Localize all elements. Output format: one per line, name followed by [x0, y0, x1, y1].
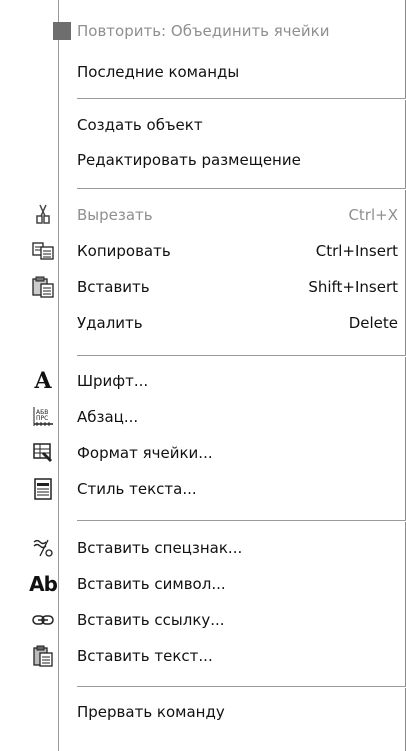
menu-item-label: Вырезать [77, 206, 153, 224]
insert-text-icon [30, 639, 56, 673]
menu-item-label: Шрифт... [77, 372, 149, 390]
menu-item-label: Повторить: Объединить ячейки [77, 22, 330, 40]
link-icon [30, 603, 56, 637]
menu-item-label: Формат ячейки... [77, 444, 213, 462]
special-char-icon [30, 531, 56, 565]
text-style-icon [30, 472, 56, 506]
menu-item-label: Вставить символ... [77, 575, 226, 593]
menu-item-paste[interactable]: Вставить Shift+Insert [0, 270, 406, 304]
menu-item-label: Вставить [77, 278, 150, 296]
scissors-icon [30, 198, 56, 232]
menu-item-label: Прервать команду [77, 703, 225, 721]
menu-separator [77, 520, 406, 522]
menu-item-insert-link[interactable]: Вставить ссылку... [0, 603, 406, 637]
menu-item-insert-text[interactable]: Вставить текст... [0, 639, 406, 673]
menu-item-shortcut: Ctrl+Insert [315, 242, 398, 260]
menu-item-label: Последние команды [77, 63, 240, 81]
menu-separator [77, 686, 406, 688]
menu-item-abort-command[interactable]: Прервать команду [0, 695, 406, 729]
menu-item-label: Редактировать размещение [77, 151, 301, 169]
font-icon: A [34, 368, 52, 394]
menu-item-insert-symbol[interactable]: Ab Вставить символ... [0, 567, 406, 601]
menu-separator [77, 188, 406, 190]
symbol-icon: Ab [29, 572, 58, 596]
menu-item-cell-format[interactable]: Формат ячейки... [0, 436, 406, 470]
copy-icon [30, 234, 56, 268]
menu-separator [77, 355, 406, 357]
menu-item-create-object[interactable]: Создать объект [0, 108, 406, 142]
menu-item-cut[interactable]: Вырезать Ctrl+X [0, 198, 406, 232]
menu-item-copy[interactable]: Копировать Ctrl+Insert [0, 234, 406, 268]
svg-text:ПРС: ПРС [36, 415, 48, 422]
menu-item-label: Стиль текста... [77, 480, 197, 498]
menu-item-label: Удалить [77, 314, 143, 332]
cell-format-icon [30, 436, 56, 470]
menu-item-shortcut: Delete [348, 314, 398, 332]
menu-item-insert-special-char[interactable]: Вставить спецзнак... [0, 531, 406, 565]
menu-item-edit-placement[interactable]: Редактировать размещение [0, 143, 406, 177]
menu-item-label: Абзац... [77, 408, 139, 426]
menu-item-paragraph[interactable]: АБВ ПРС Абзац... [0, 400, 406, 434]
menu-item-label: Копировать [77, 242, 171, 260]
menu-item-recent-commands[interactable]: Последние команды [0, 55, 406, 89]
menu-item-label: Создать объект [77, 116, 203, 134]
menu-separator [77, 98, 406, 100]
menu-item-label: Вставить спецзнак... [77, 539, 243, 557]
menu-item-shortcut: Ctrl+X [348, 206, 398, 224]
menu-item-delete[interactable]: Удалить Delete [0, 306, 406, 340]
paragraph-icon: АБВ ПРС [30, 400, 56, 434]
menu-item-label: Вставить ссылку... [77, 611, 225, 629]
menu-item-shortcut: Shift+Insert [308, 278, 398, 296]
menu-item-label: Вставить текст... [77, 647, 213, 665]
menu-item-font[interactable]: A Шрифт... [0, 364, 406, 398]
paste-icon [30, 270, 56, 304]
menu-item-text-style[interactable]: Стиль текста... [0, 472, 406, 506]
menu-item-repeat[interactable]: Повторить: Объединить ячейки [0, 14, 406, 48]
